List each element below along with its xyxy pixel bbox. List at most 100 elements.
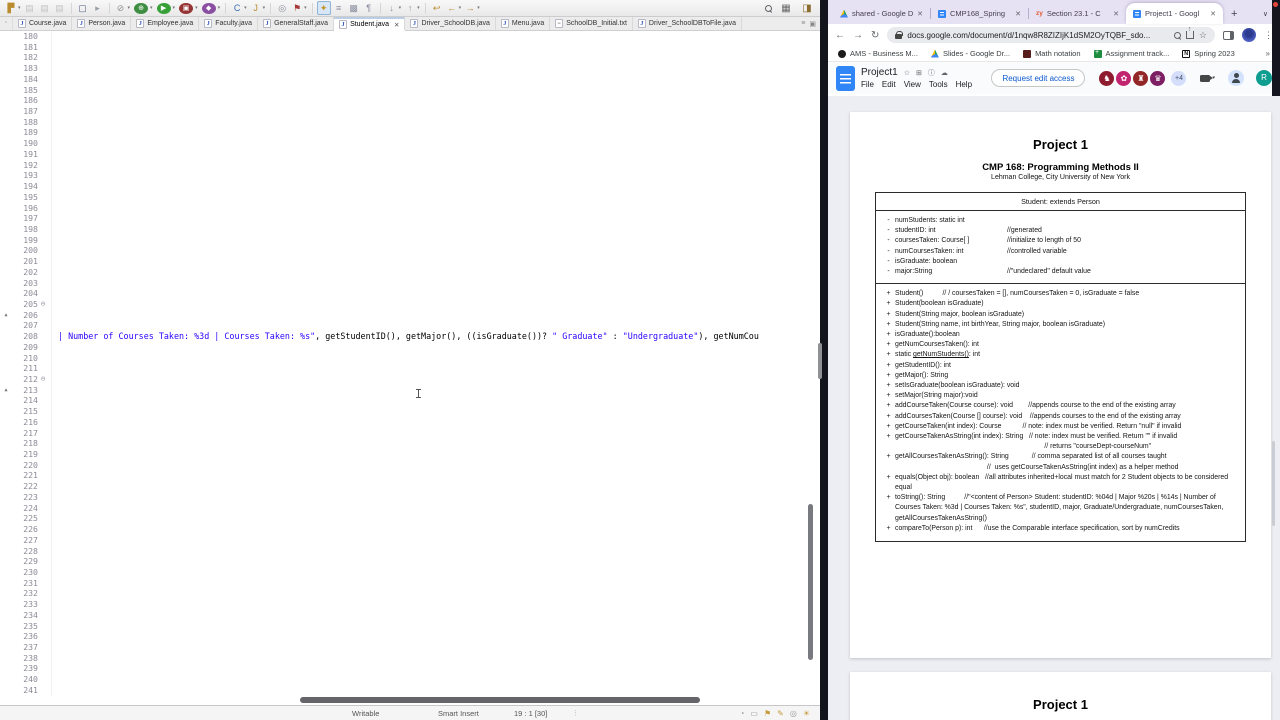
tips-icon[interactable]: ☀	[803, 709, 810, 718]
editor-tab-Menu.java[interactable]: J Menu.java	[496, 17, 551, 30]
close-tab-icon[interactable]: ✕	[1015, 10, 1021, 18]
editor-tab-Driver_SchoolDB.java[interactable]: J Driver_SchoolDB.java	[405, 17, 496, 30]
back-history-dropdown-icon[interactable]: ▾	[459, 5, 462, 11]
url-text[interactable]: docs.google.com/document/d/1nqw8R8ZIZIjK…	[907, 31, 1169, 40]
browser-tab-4[interactable]: Project1 - Googl ✕	[1126, 3, 1223, 24]
docs-scrollbar[interactable]	[1272, 441, 1275, 526]
editor-tab-GeneralStaff.java[interactable]: J GeneralStaff.java	[258, 17, 335, 30]
highlight-selection-icon[interactable]: ✦	[316, 1, 331, 15]
anonymous-viewer-4[interactable]: ♛	[1150, 70, 1166, 86]
bookmark-sheets[interactable]: Assignment track...	[1093, 49, 1169, 58]
tab-area-corner-icon[interactable]: ▫	[0, 17, 13, 30]
open-console-icon[interactable]: ▢	[76, 2, 90, 15]
console-view-icon[interactable]: ▭	[750, 709, 758, 718]
save-icon[interactable]: ▤	[23, 2, 37, 15]
request-edit-access-button[interactable]: Request edit access	[991, 69, 1086, 87]
fold-marker-icon[interactable]: ⊖	[38, 374, 48, 385]
search-tasks-icon[interactable]: ⚑	[290, 2, 304, 15]
docs-home-icon[interactable]	[836, 65, 855, 91]
edit-mode-icon[interactable]: ✎	[777, 709, 784, 718]
open-type-icon[interactable]: ◎	[275, 2, 289, 15]
search-tasks-dropdown-icon[interactable]: ▾	[304, 5, 307, 11]
editor-tab-SchoolDB_Initial.txt[interactable]: ≡ SchoolDB_Initial.txt	[550, 17, 633, 30]
tab-list-icon[interactable]: ▣	[809, 20, 816, 28]
new-java-project-icon[interactable]: J	[249, 2, 263, 15]
run-icon[interactable]: ▶	[156, 2, 171, 14]
save-all-icon[interactable]: ▤	[38, 2, 52, 15]
close-tab-icon[interactable]: ✕	[1113, 10, 1119, 18]
bookmark-math[interactable]: Math notation	[1023, 49, 1081, 58]
heap-status-icon[interactable]: ◔	[740, 709, 745, 718]
block-selection-icon[interactable]: ▩	[347, 2, 361, 15]
menu-tools[interactable]: Tools	[929, 80, 948, 89]
forward-button[interactable]: →	[853, 30, 863, 41]
fold-marker-icon[interactable]: ⊖	[38, 299, 48, 310]
new-wizard-icon[interactable]: ▛	[4, 2, 18, 15]
menu-help[interactable]: Help	[956, 80, 972, 89]
mark-occurrences-icon[interactable]: ≡	[332, 2, 346, 15]
previous-annotation-icon[interactable]: ↑	[403, 2, 417, 15]
next-annotation-icon[interactable]: ↓	[385, 2, 399, 15]
editor-vertical-scrollbar[interactable]	[808, 504, 813, 660]
browser-tab-2[interactable]: CMP168_Spring ✕	[931, 3, 1028, 24]
coverage-dropdown-icon[interactable]: ▾	[195, 5, 198, 11]
share-icon[interactable]	[1185, 26, 1194, 39]
share-person-add-icon[interactable]	[1228, 70, 1244, 86]
bookmark-star-icon[interactable]: ☆	[1199, 30, 1207, 40]
new-java-class-icon[interactable]: C	[230, 2, 244, 15]
menu-edit[interactable]: Edit	[882, 80, 896, 89]
side-panel-icon[interactable]	[1223, 30, 1234, 40]
debug-dropdown-icon[interactable]: ▾	[150, 5, 153, 11]
browser-tab-1[interactable]: shared - Google D ✕	[833, 3, 930, 24]
address-bar[interactable]: docs.google.com/document/d/1nqw8R8ZIZIjK…	[887, 26, 1215, 43]
browser-tab-3[interactable]: zy Section 23.1 - C ✕	[1029, 3, 1126, 24]
editor-tab-Course.java[interactable]: J Course.java	[13, 17, 73, 30]
browser-profile-avatar[interactable]	[1242, 28, 1256, 42]
lock-icon[interactable]	[895, 31, 904, 39]
doc-info-icon[interactable]: ⓘ	[928, 68, 935, 78]
doc-title[interactable]: Project1	[861, 67, 898, 78]
new-tab-button[interactable]: +	[1231, 8, 1237, 20]
tab-overflow-icon[interactable]: ≡	[801, 20, 805, 27]
document-canvas[interactable]: Project 1 CMP 168: Programming Methods I…	[828, 96, 1280, 720]
editor-tab-Employee.java[interactable]: J Employee.java	[131, 17, 200, 30]
account-avatar[interactable]: R	[1256, 70, 1272, 86]
viewers-overflow-badge[interactable]: +4	[1171, 70, 1187, 86]
bookmark-ams[interactable]: AMS - Business M...	[838, 49, 918, 58]
new-java-project-dropdown-icon[interactable]: ▾	[263, 5, 266, 11]
profile-icon[interactable]: ◆	[201, 2, 216, 14]
close-tab-icon[interactable]: ✕	[917, 10, 923, 18]
previous-annotation-dropdown-icon[interactable]: ▾	[417, 5, 420, 11]
menu-view[interactable]: View	[904, 80, 921, 89]
bookmark-drive[interactable]: Slides - Google Dr...	[930, 49, 1010, 58]
close-tab-icon[interactable]: ✕	[1210, 10, 1216, 18]
editor-tab-Driver_SchoolDBToFile.java[interactable]: J Driver_SchoolDBToFile.java	[633, 17, 743, 30]
back-button[interactable]: ←	[835, 30, 845, 41]
move-doc-icon[interactable]: ⊞	[916, 69, 922, 77]
anonymous-viewer-1[interactable]: ♞	[1099, 70, 1115, 86]
zoom-icon[interactable]	[1173, 31, 1181, 39]
show-whitespace-icon[interactable]: ¶	[362, 2, 376, 15]
new-wizard-dropdown-icon[interactable]: ▾	[18, 5, 21, 11]
profile-dropdown-icon[interactable]: ▾	[218, 5, 221, 11]
star-doc-icon[interactable]: ☆	[904, 69, 910, 77]
bookmark-notion[interactable]: Spring 2023	[1182, 49, 1235, 58]
select-tool-icon[interactable]: ▸	[91, 2, 105, 15]
code-editor[interactable]: 180 181 182 183 184 185 186 187 188 189 190 191 192 1…	[0, 31, 820, 705]
tab-search-chevron-icon[interactable]: ∨	[1263, 10, 1268, 18]
skip-breakpoints-dropdown-icon[interactable]: ▾	[128, 5, 131, 11]
close-tab-icon[interactable]: ✕	[394, 21, 399, 29]
forward-history-dropdown-icon[interactable]: ▾	[477, 5, 480, 11]
editor-tab-Student.java[interactable]: J Student.java ✕	[334, 17, 406, 30]
reload-button[interactable]: ↻	[871, 30, 879, 41]
debug-icon[interactable]: ⊕	[134, 2, 149, 14]
bookmarks-overflow-icon[interactable]: »	[1266, 49, 1270, 58]
notifications-icon[interactable]: ⚑	[764, 709, 771, 718]
meet-camera-icon[interactable]	[1200, 74, 1214, 82]
back-history-icon[interactable]: ←	[445, 2, 459, 15]
forward-history-icon[interactable]: →	[463, 2, 477, 15]
new-java-class-dropdown-icon[interactable]: ▾	[244, 5, 247, 11]
search-icon[interactable]	[765, 5, 772, 12]
next-annotation-dropdown-icon[interactable]: ▾	[399, 5, 402, 11]
anonymous-viewer-2[interactable]: ✿	[1116, 70, 1132, 86]
